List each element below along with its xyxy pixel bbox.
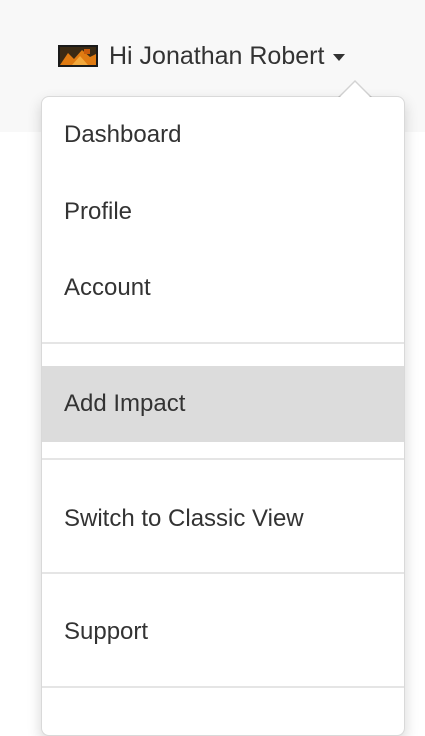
menu-divider bbox=[42, 686, 404, 688]
menu-item-support[interactable]: Support bbox=[42, 594, 404, 670]
dropdown-pointer-fill bbox=[339, 82, 371, 98]
user-greeting: Hi Jonathan Robert bbox=[109, 41, 325, 70]
user-menu-toggle[interactable]: Hi Jonathan Robert bbox=[58, 36, 346, 76]
menu-divider bbox=[42, 572, 404, 574]
menu-item-dashboard[interactable]: Dashboard bbox=[42, 97, 404, 173]
caret-down-icon bbox=[333, 53, 346, 61]
menu-item-switch-classic-view[interactable]: Switch to Classic View bbox=[42, 481, 404, 557]
menu-item-add-impact[interactable]: Add Impact bbox=[42, 366, 404, 442]
menu-divider bbox=[42, 342, 404, 344]
menu-divider bbox=[42, 458, 404, 460]
user-avatar-icon bbox=[58, 45, 98, 67]
user-dropdown-menu: Dashboard Profile Account Add Impact Swi… bbox=[41, 96, 405, 736]
menu-item-profile[interactable]: Profile bbox=[42, 174, 404, 250]
menu-item-account[interactable]: Account bbox=[42, 250, 404, 326]
